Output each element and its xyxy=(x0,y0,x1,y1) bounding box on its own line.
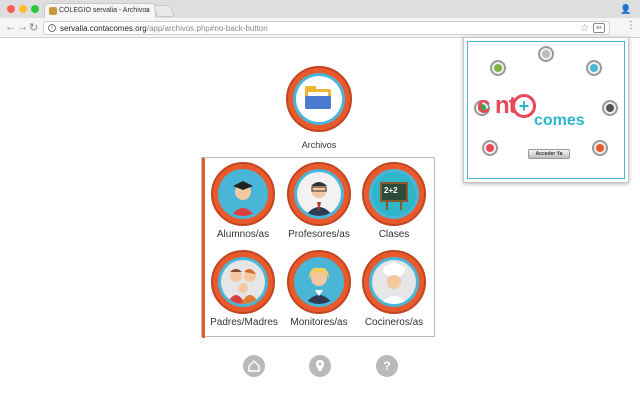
archivos-label: Archivos xyxy=(301,140,337,150)
clases-button[interactable]: 2+2 xyxy=(362,162,426,226)
popup-chef-icon xyxy=(602,100,618,116)
home-button[interactable] xyxy=(243,355,265,377)
student-icon xyxy=(221,172,265,216)
logo-plus-icon: + xyxy=(512,94,536,118)
clases-badge-text: 2+2 xyxy=(384,186,398,195)
extension-icon[interactable]: ex xyxy=(593,23,605,33)
location-pin-icon xyxy=(316,360,324,372)
chef-icon xyxy=(372,260,416,304)
browser-titlebar: COLEGIO servalia - Archivos × 👤 xyxy=(0,0,640,18)
popup-calculator-icon xyxy=(538,46,554,62)
padres-button[interactable] xyxy=(211,250,275,314)
help-button[interactable]: ? xyxy=(376,355,398,377)
clases-label: Clases xyxy=(378,229,410,240)
tab-close-icon[interactable]: × xyxy=(145,6,150,15)
acceder-ya-button[interactable]: Acceder Ya xyxy=(528,149,570,159)
browser-toolbar: ← → ↻ i servalia.contacomes.org/app/arch… xyxy=(0,18,640,38)
url-path: /app/archivos.php#no-back-button xyxy=(146,24,268,33)
popup-frame: c nta + comes Acceder Ya xyxy=(467,41,625,179)
forward-icon[interactable]: → xyxy=(17,21,28,33)
alumnos-button[interactable] xyxy=(211,162,275,226)
cocineros-label: Cocineros/as xyxy=(364,317,424,328)
popup-person-icon xyxy=(586,60,602,76)
popup-card-icon xyxy=(592,140,608,156)
popup-food-icon xyxy=(490,60,506,76)
home-icon xyxy=(248,359,260,372)
family-icon xyxy=(221,260,265,304)
reload-icon[interactable]: ↻ xyxy=(29,21,38,34)
archivos-button[interactable] xyxy=(286,66,352,132)
padres-label: Padres/Madres xyxy=(210,317,278,328)
url-host: servalia.contacomes.org xyxy=(60,24,147,33)
monitores-button[interactable] xyxy=(287,250,351,314)
tab-title: COLEGIO servalia - Archivos xyxy=(59,7,150,14)
profesores-label: Profesores/as xyxy=(288,229,350,240)
browser-menu-icon[interactable]: ⋮ xyxy=(626,20,636,31)
alumnos-label: Alumnos/as xyxy=(216,229,270,240)
address-bar[interactable]: i servalia.contacomes.org/app/archivos.p… xyxy=(43,21,610,35)
tab-archivos[interactable]: COLEGIO servalia - Archivos × xyxy=(44,3,156,18)
popup-heart-icon xyxy=(482,140,498,156)
monitores-label: Monitores/as xyxy=(290,317,348,328)
monitor-person-icon xyxy=(297,260,341,304)
maximize-window-button[interactable] xyxy=(31,5,39,13)
profesores-button[interactable] xyxy=(287,162,351,226)
teacher-icon xyxy=(297,172,341,216)
help-icon: ? xyxy=(383,359,391,373)
logo-comes-text: comes xyxy=(534,112,585,129)
new-tab-button[interactable] xyxy=(152,5,176,17)
cocineros-button[interactable] xyxy=(362,250,426,314)
user-profile-icon[interactable]: 👤 xyxy=(620,4,631,14)
folder-icon xyxy=(296,76,342,122)
bookmark-star-icon[interactable]: ☆ xyxy=(580,23,589,34)
location-button[interactable] xyxy=(309,355,331,377)
close-window-button[interactable] xyxy=(7,5,15,13)
back-icon[interactable]: ← xyxy=(5,21,16,33)
blackboard-icon: 2+2 xyxy=(372,172,416,216)
panel-accent-bar xyxy=(202,158,205,338)
school-favicon-icon xyxy=(49,7,57,15)
extension-popup: c nta + comes Acceder Ya xyxy=(463,37,629,183)
minimize-window-button[interactable] xyxy=(19,5,27,13)
info-icon[interactable]: i xyxy=(48,24,56,32)
